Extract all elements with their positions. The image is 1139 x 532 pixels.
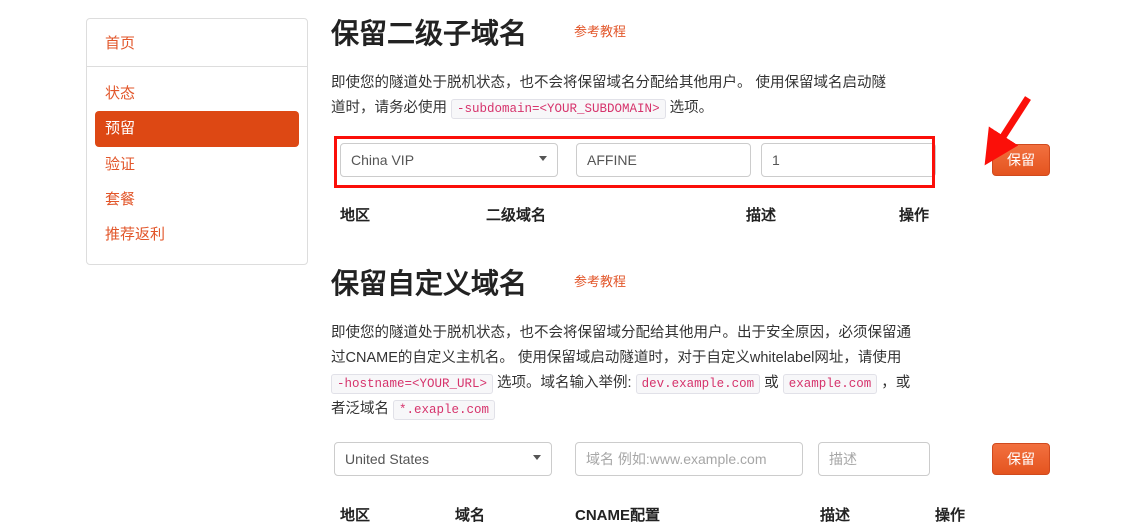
desc-text-part2: 选项。 xyxy=(665,100,714,116)
tutorial-link-subdomain[interactable]: 参考教程 xyxy=(574,21,626,40)
region-select-subdomain[interactable]: China VIP United States xyxy=(340,143,558,177)
sidebar-item-status[interactable]: 状态 xyxy=(95,76,299,111)
custom-domain-input[interactable] xyxy=(575,442,803,476)
column-header-domain: 域名 xyxy=(455,507,486,524)
code-tag-wildcard-example: *.exaple.com xyxy=(393,400,496,420)
desc-text-part1: 即使您的隧道处于脱机状态，也不会将保留域分配给其他用户。出于安全原因，必须保留通… xyxy=(331,325,911,366)
subdomain-input[interactable] xyxy=(576,143,751,177)
custom-domain-form-row: United States China VIP 保留 xyxy=(331,442,1131,476)
sidebar-item-verify-label[interactable]: 验证 xyxy=(95,147,299,182)
column-header-region: 地区 xyxy=(340,507,371,524)
sidebar-item-reserved-label[interactable]: 预留 xyxy=(95,111,299,147)
sidebar-home[interactable]: 首页 xyxy=(87,19,307,67)
sidebar-item-plan[interactable]: 套餐 xyxy=(95,182,299,217)
desc-text-part2: 选项。域名输入举例: xyxy=(493,375,636,391)
section-subdomain-description: 即使您的隧道处于脱机状态，也不会将保留域名分配给其他用户。 使用保留域名启动隧道… xyxy=(331,71,896,122)
sidebar-menu: 状态 预留 验证 套餐 推荐返利 xyxy=(87,67,307,264)
code-tag-example: example.com xyxy=(782,374,878,394)
sidebar-item-referral[interactable]: 推荐返利 xyxy=(95,217,299,252)
section-subdomain-header: 保留二级子域名 参考教程 xyxy=(331,14,1131,58)
code-tag-dev-example: dev.example.com xyxy=(635,374,761,394)
section-subdomain-title: 保留二级子域名 xyxy=(331,17,528,50)
section-reserved-custom-domain: 保留自定义域名 参考教程 即使您的隧道处于脱机状态，也不会将保留域分配给其他用户… xyxy=(331,264,1131,530)
column-header-action: 操作 xyxy=(899,207,930,224)
save-button-custom-domain[interactable]: 保留 xyxy=(992,443,1050,475)
sidebar-item-home-label[interactable]: 首页 xyxy=(105,35,135,52)
sidebar-item-reserved[interactable]: 预留 xyxy=(95,111,299,147)
section-reserved-subdomain: 保留二级子域名 参考教程 即使您的隧道处于脱机状态，也不会将保留域名分配给其他用… xyxy=(331,14,1131,230)
custom-domain-table-header: 地区 域名 CNAME配置 描述 操作 xyxy=(331,504,1131,530)
subdomain-form-row: China VIP United States 保留 xyxy=(331,143,1131,177)
column-header-cname: CNAME配置 xyxy=(575,507,660,524)
column-header-subdomain: 二级域名 xyxy=(486,207,547,224)
column-header-description: 描述 xyxy=(746,207,777,224)
custom-domain-description-input[interactable] xyxy=(818,442,930,476)
page-root: 首页 状态 预留 验证 套餐 推荐返利 保留二级子域名 参考教程 即使您的隧道处… xyxy=(0,0,1139,532)
region-select-custom[interactable]: United States China VIP xyxy=(334,442,552,476)
column-header-action: 操作 xyxy=(935,507,966,524)
code-tag-subdomain-flag: -subdomain=<YOUR_SUBDOMAIN> xyxy=(451,99,666,119)
region-select-wrapper-custom: United States China VIP xyxy=(334,442,552,476)
section-custom-title: 保留自定义域名 xyxy=(331,267,528,300)
sidebar-item-status-label[interactable]: 状态 xyxy=(95,76,299,111)
subdomain-description-input[interactable] xyxy=(761,143,936,177)
subdomain-table-header: 地区 二级域名 描述 操作 xyxy=(331,204,1131,230)
tutorial-link-custom[interactable]: 参考教程 xyxy=(574,271,626,290)
sidebar-item-plan-label[interactable]: 套餐 xyxy=(95,182,299,217)
section-custom-header: 保留自定义域名 参考教程 xyxy=(331,264,1131,308)
region-select-wrapper-subdomain: China VIP United States xyxy=(340,143,558,177)
sidebar: 首页 状态 预留 验证 套餐 推荐返利 xyxy=(86,18,308,266)
sidebar-item-verify[interactable]: 验证 xyxy=(95,147,299,182)
section-custom-description: 即使您的隧道处于脱机状态，也不会将保留域分配给其他用户。出于安全原因，必须保留通… xyxy=(331,321,911,423)
column-header-description: 描述 xyxy=(820,507,851,524)
save-button-subdomain[interactable]: 保留 xyxy=(992,144,1050,176)
column-header-region: 地区 xyxy=(340,207,371,224)
sidebar-item-referral-label[interactable]: 推荐返利 xyxy=(95,217,299,252)
desc-text-part3: 或 xyxy=(760,375,783,391)
code-tag-hostname-flag: -hostname=<YOUR_URL> xyxy=(331,374,494,394)
